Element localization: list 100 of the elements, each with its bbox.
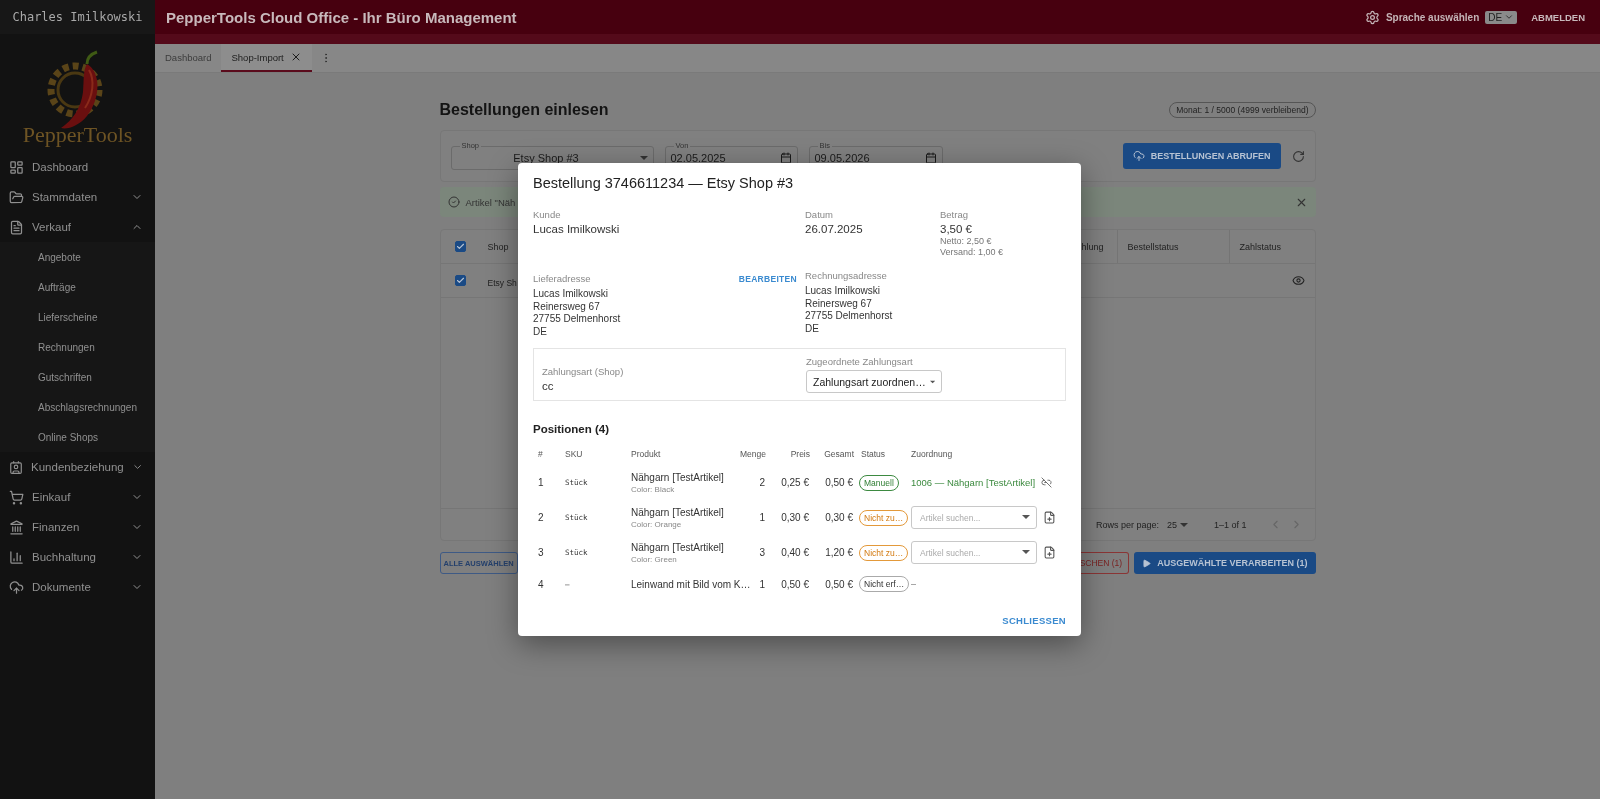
unlink-icon[interactable]: [1041, 477, 1053, 488]
cart-icon: [9, 489, 24, 505]
nav-item[interactable]: Dashboard: [0, 152, 155, 182]
column-header: Gesamt: [823, 449, 855, 461]
table-cell: 0,50 €: [781, 578, 809, 590]
fetch-orders-button[interactable]: BESTELLUNGEN ABRUFEN: [1122, 143, 1281, 169]
field-label: Kunde: [533, 209, 562, 220]
table-cell: 0,50 €: [825, 578, 853, 590]
product-name: Nähgarn [TestArtikel]: [631, 506, 724, 518]
table-cell: 2: [759, 477, 765, 488]
nav-item[interactable]: Kundenbeziehung: [0, 452, 155, 482]
play-icon: [1142, 558, 1152, 568]
settings-icon[interactable]: [1364, 9, 1380, 25]
nav-subitem[interactable]: Angebote: [0, 242, 155, 272]
nav-item[interactable]: Einkauf: [0, 482, 155, 512]
calendar-icon[interactable]: [779, 152, 792, 164]
table-cell: 3: [538, 547, 544, 558]
rows-per-page-select[interactable]: 25: [1166, 519, 1188, 530]
edit-button[interactable]: BEARBEITEN: [738, 273, 797, 284]
nav-item[interactable]: Verkauf: [0, 212, 155, 242]
column-header: Zahlstatus: [1239, 241, 1282, 252]
table-cell: 0,30 €: [781, 512, 809, 523]
column-header: Status: [860, 449, 887, 461]
language-label: Sprache auswählen: [1385, 11, 1480, 23]
chevron-down-icon: [1504, 12, 1515, 22]
field-label: Betrag: [940, 209, 969, 220]
field-value: 3,50 €: [940, 223, 973, 235]
product-variant: Color: Black: [631, 484, 675, 494]
contact-card-icon: [9, 459, 24, 475]
nav-subitem[interactable]: Rechnungen: [0, 332, 155, 362]
nav-subitem[interactable]: Aufträge: [0, 272, 155, 302]
refresh-icon[interactable]: [1291, 149, 1305, 163]
table-cell: 2: [538, 512, 544, 523]
bank-icon: [9, 519, 24, 535]
address-line: Lucas Imilkowski: [805, 285, 882, 298]
column-header: Bestellstatus: [1127, 241, 1179, 252]
table-cell: 0,40 €: [781, 547, 809, 558]
checkbox[interactable]: [454, 241, 466, 252]
nav-subitem[interactable]: Lieferscheine: [0, 302, 155, 332]
table-cell: 1: [759, 578, 765, 590]
app-title: PepperTools Cloud Office - Ihr Büro Management: [166, 8, 518, 26]
address-line: Reinersweg 67: [533, 300, 601, 313]
table-cell: 1,20 €: [825, 547, 853, 558]
dropdown-caret-icon: [1022, 550, 1030, 554]
dropdown-caret-icon: [1179, 522, 1188, 527]
article-search-field[interactable]: Artikel suchen...: [911, 506, 1037, 529]
nav-item[interactable]: Buchhaltung: [0, 542, 155, 572]
brand-name: PepperTools: [22, 124, 133, 146]
nav-item[interactable]: Dokumente: [0, 572, 155, 602]
payment-method-select[interactable]: Zahlungsart zuordnen…: [806, 370, 942, 393]
logout-button[interactable]: ABMELDEN: [1531, 11, 1585, 23]
tab[interactable]: Shop-Import: [221, 44, 312, 72]
field-value: cc: [542, 379, 555, 392]
table-cell: –: [911, 579, 916, 589]
rows-per-page-label: Rows per page:: [1095, 519, 1159, 530]
nav-item[interactable]: Finanzen: [0, 512, 155, 542]
calendar-icon[interactable]: [924, 152, 937, 164]
close-button[interactable]: SCHLIESSEN: [1002, 615, 1066, 626]
field-label: Lieferadresse: [533, 273, 591, 284]
address-line: DE: [533, 325, 548, 338]
nav-subitem[interactable]: Abschlagsrechnungen: [0, 392, 155, 422]
field-label: Zugeordnete Zahlungsart: [806, 356, 914, 367]
page-range: 1–1 of 1: [1213, 519, 1247, 530]
check-circle-icon: [447, 196, 460, 208]
dialog-title: Bestellung 3746611234 — Etsy Shop #3: [533, 175, 795, 191]
product-name: Leinwand mit Bild vom K…: [631, 578, 751, 590]
article-search-field[interactable]: Artikel suchen...: [911, 541, 1037, 564]
language-select[interactable]: DE: [1485, 10, 1518, 24]
table-cell: 3: [759, 547, 765, 558]
table-cell: 0,25 €: [781, 477, 809, 488]
checkbox[interactable]: [454, 275, 466, 286]
linked-article[interactable]: 1006 — Nähgarn [TestArtikel]: [911, 477, 1036, 488]
column-header: Preis: [789, 449, 811, 461]
dashboard-icon: [9, 159, 24, 175]
process-selected-button[interactable]: AUSGEWÄHLTE VERARBEITEN (1): [1134, 552, 1316, 574]
section-title: Positionen (4): [533, 423, 611, 435]
tab[interactable]: Dashboard: [155, 44, 222, 72]
table-cell: 4: [538, 578, 544, 590]
column-header: hlung: [1081, 241, 1104, 252]
table-cell: Etsy Sh: [487, 278, 517, 288]
eye-icon[interactable]: [1291, 274, 1305, 287]
address-line: Lucas Imilkowski: [533, 288, 610, 301]
nav-item[interactable]: Stammdaten: [0, 182, 155, 212]
nav-subitem[interactable]: Gutschriften: [0, 362, 155, 392]
page-title: Bestellungen einlesen: [439, 101, 609, 119]
address-line: 27755 Delmenhorst: [533, 313, 622, 326]
product-name: Nähgarn [TestArtikel]: [631, 541, 724, 553]
column-header: Zuordnung: [910, 449, 954, 461]
field-label: Datum: [805, 209, 834, 220]
add-file-icon[interactable]: [1043, 546, 1056, 559]
add-file-icon[interactable]: [1043, 511, 1056, 524]
dropdown-caret-icon: [929, 379, 935, 384]
cloud-upload-icon: [9, 579, 24, 595]
cloud-upload-icon: [1132, 150, 1145, 162]
column-header: SKU: [564, 449, 584, 461]
address-line: Reinersweg 67: [805, 297, 873, 310]
nav-subitem[interactable]: Online Shops: [0, 422, 155, 452]
table-cell: 0,50 €: [825, 477, 853, 488]
bar-chart-icon: [9, 549, 24, 565]
product-variant: Color: Green: [631, 554, 677, 564]
